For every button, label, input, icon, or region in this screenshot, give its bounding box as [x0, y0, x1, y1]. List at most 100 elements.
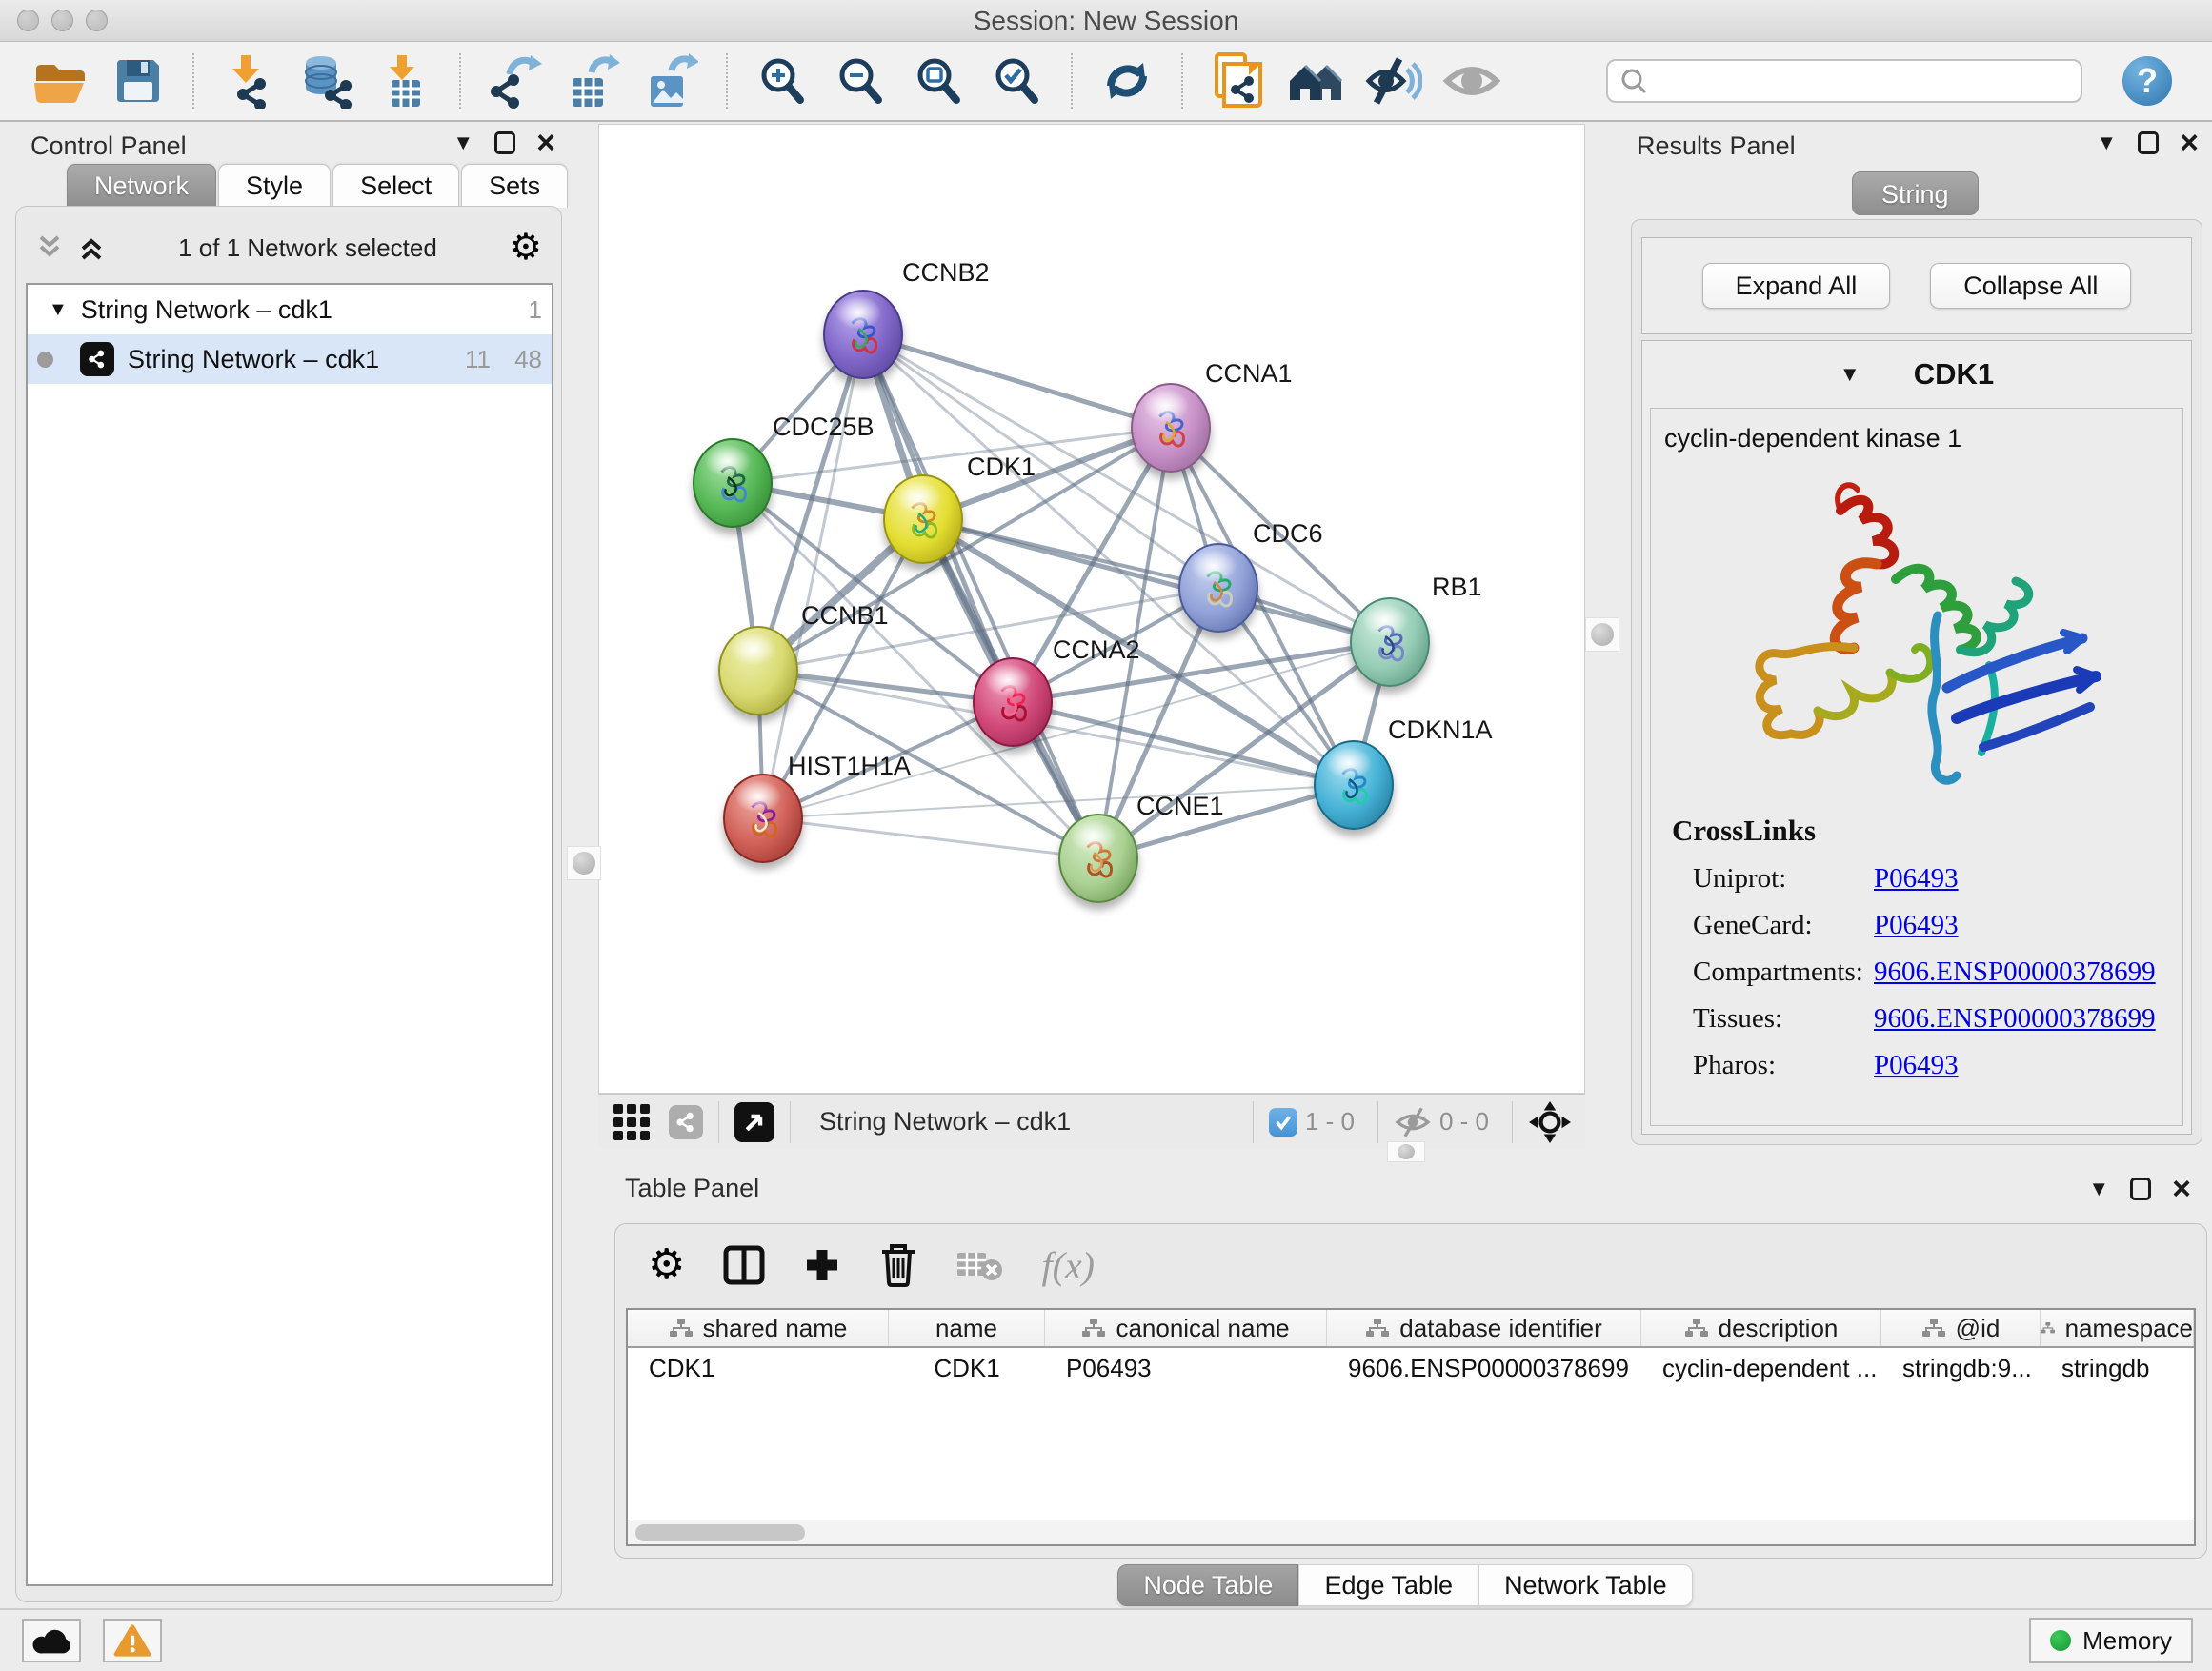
panel-close-icon[interactable]: ×	[536, 131, 555, 154]
split-columns-icon[interactable]	[723, 1245, 765, 1285]
network-node-cdc6[interactable]	[1178, 543, 1258, 633]
network-node-cdc25b[interactable]	[693, 438, 773, 528]
hidden-eye-icon[interactable]	[1394, 1106, 1432, 1138]
column-header-shared-name[interactable]: shared name	[628, 1310, 889, 1346]
tab-string[interactable]: String	[1852, 171, 1979, 215]
left-splitter-handle[interactable]	[567, 846, 601, 880]
zoom-selected-button[interactable]	[986, 50, 1047, 111]
zoom-out-button[interactable]	[830, 50, 891, 111]
delete-table-icon[interactable]	[955, 1247, 1003, 1283]
main-toolbar: ?	[0, 42, 2212, 122]
cell-namespace[interactable]: stringdb	[2041, 1348, 2194, 1388]
expand-all-icon[interactable]	[77, 233, 106, 262]
new-network-from-selection-icon	[1213, 52, 1262, 110]
column-header-database-identifier[interactable]: database identifier	[1327, 1310, 1641, 1346]
bottom-splitter-handle[interactable]	[1387, 1141, 1425, 1162]
save-session-button[interactable]	[108, 50, 169, 111]
cell-database-identifier[interactable]: 9606.ENSP00000378699	[1327, 1348, 1641, 1388]
apply-preferred-layout-button[interactable]	[1096, 50, 1157, 111]
warning-button[interactable]	[103, 1619, 162, 1662]
network-canvas[interactable]: CCNB2CCNA1CDC25BCDK1CDC6RB1CCNB1CCNA2CDK…	[598, 124, 1585, 1094]
cell-description[interactable]: cyclin-dependent ...	[1641, 1348, 1881, 1388]
export-image-button[interactable]	[641, 50, 702, 111]
zoom-in-button[interactable]	[752, 50, 813, 111]
tab-edge-table[interactable]: Edge Table	[1298, 1564, 1478, 1606]
scrollbar-thumb[interactable]	[635, 1524, 805, 1541]
cloud-button[interactable]	[22, 1619, 81, 1662]
grid-view-icon[interactable]	[612, 1102, 652, 1142]
network-node-ccnb1[interactable]	[718, 626, 798, 715]
panel-close-icon[interactable]: ×	[2180, 131, 2199, 154]
panel-float-icon[interactable]	[2138, 131, 2159, 154]
network-node-hist1h1a[interactable]	[723, 774, 803, 863]
cell-canonical-name[interactable]: P06493	[1045, 1348, 1327, 1388]
tree-expand-caret-icon[interactable]: ▼	[49, 299, 68, 321]
crosslink-link[interactable]: 9606.ENSP00000378699	[1874, 1003, 2156, 1035]
import-network-from-file-button[interactable]	[218, 50, 279, 111]
panel-close-icon[interactable]: ×	[2172, 1178, 2191, 1200]
collapse-all-button[interactable]: Collapse All	[1930, 263, 2131, 309]
tab-select[interactable]: Select	[332, 164, 459, 208]
new-network-from-selection-button[interactable]	[1207, 50, 1268, 111]
crosslink-link[interactable]: 9606.ENSP00000378699	[1874, 956, 2156, 988]
column-header-canonical-name[interactable]: canonical name	[1045, 1310, 1327, 1346]
tab-network-table[interactable]: Network Table	[1478, 1564, 1693, 1606]
tab-sets[interactable]: Sets	[461, 164, 568, 208]
network-node-ccna1[interactable]	[1131, 383, 1211, 473]
section-collapse-caret-icon[interactable]: ▼	[1840, 364, 1860, 385]
open-folder-button[interactable]	[30, 50, 90, 111]
import-table-from-file-button[interactable]	[374, 50, 435, 111]
panel-menu-caret-icon[interactable]: ▼	[2096, 132, 2117, 153]
network-collection-row[interactable]: ▼ String Network – cdk1 1	[28, 285, 552, 334]
crosslink-link[interactable]: P06493	[1874, 910, 1959, 941]
zoom-fit-button[interactable]	[908, 50, 969, 111]
show-graphics-details-button[interactable]	[1441, 50, 1502, 111]
panel-float-icon[interactable]	[2130, 1178, 2151, 1200]
network-node-rb1[interactable]	[1350, 597, 1430, 687]
share-view-icon[interactable]	[669, 1105, 703, 1139]
crosslink-link[interactable]: P06493	[1874, 1050, 1959, 1081]
selected-checkbox[interactable]	[1269, 1108, 1297, 1137]
panel-menu-caret-icon[interactable]: ▼	[452, 132, 473, 153]
network-row[interactable]: String Network – cdk1 11 48	[28, 334, 552, 384]
collapse-all-icon[interactable]	[35, 233, 64, 262]
gear-icon[interactable]: ⚙	[510, 230, 542, 266]
column-header-namespace[interactable]: namespace	[2041, 1310, 2194, 1346]
open-cybrowser-button[interactable]	[1285, 50, 1346, 111]
memory-button[interactable]: Memory	[2029, 1618, 2193, 1663]
delete-column-icon[interactable]	[879, 1243, 917, 1287]
hide-graphics-details-button[interactable]	[1363, 50, 1424, 111]
network-node-ccnb2[interactable]	[823, 290, 903, 379]
function-builder-icon[interactable]: f(x)	[1041, 1243, 1095, 1288]
column-header-name[interactable]: name	[889, 1310, 1045, 1346]
panel-menu-caret-icon[interactable]: ▼	[2088, 1178, 2109, 1199]
network-node-cdk1[interactable]	[883, 474, 963, 564]
tab-network[interactable]: Network	[67, 164, 216, 208]
cell-name[interactable]: CDK1	[889, 1348, 1045, 1388]
expand-all-button[interactable]: Expand All	[1702, 263, 1891, 309]
table-row[interactable]: CDK1CDK1P064939606.ENSP00000378699cyclin…	[628, 1348, 2194, 1388]
tab-style[interactable]: Style	[218, 164, 331, 208]
cell--id[interactable]: stringdb:9...	[1881, 1348, 2041, 1388]
network-node-ccna2[interactable]	[973, 657, 1053, 747]
import-network-from-database-button[interactable]	[296, 50, 357, 111]
add-column-icon[interactable]	[803, 1246, 841, 1284]
table-hscrollbar[interactable]	[628, 1520, 2194, 1544]
network-node-ccne1[interactable]	[1058, 814, 1138, 903]
right-splitter-handle[interactable]	[1585, 617, 1619, 652]
help-button[interactable]: ?	[2122, 56, 2172, 106]
birdseye-toggle-icon[interactable]	[734, 1102, 774, 1142]
export-table-button[interactable]	[563, 50, 624, 111]
crosslink-link[interactable]: P06493	[1874, 863, 1959, 895]
tab-node-table[interactable]: Node Table	[1117, 1564, 1298, 1606]
export-network-button[interactable]	[485, 50, 546, 111]
cell-shared-name[interactable]: CDK1	[628, 1348, 889, 1388]
panel-float-icon[interactable]	[494, 131, 515, 154]
network-node-cdkn1a[interactable]	[1314, 740, 1394, 830]
table-gear-icon[interactable]: ⚙	[648, 1244, 685, 1286]
toolbar-separator	[1071, 53, 1073, 109]
column-header-description[interactable]: description	[1641, 1310, 1881, 1346]
navigate-crosshair-icon[interactable]	[1528, 1100, 1572, 1144]
column-header--id[interactable]: @id	[1881, 1310, 2041, 1346]
search-input[interactable]	[1656, 67, 2069, 96]
